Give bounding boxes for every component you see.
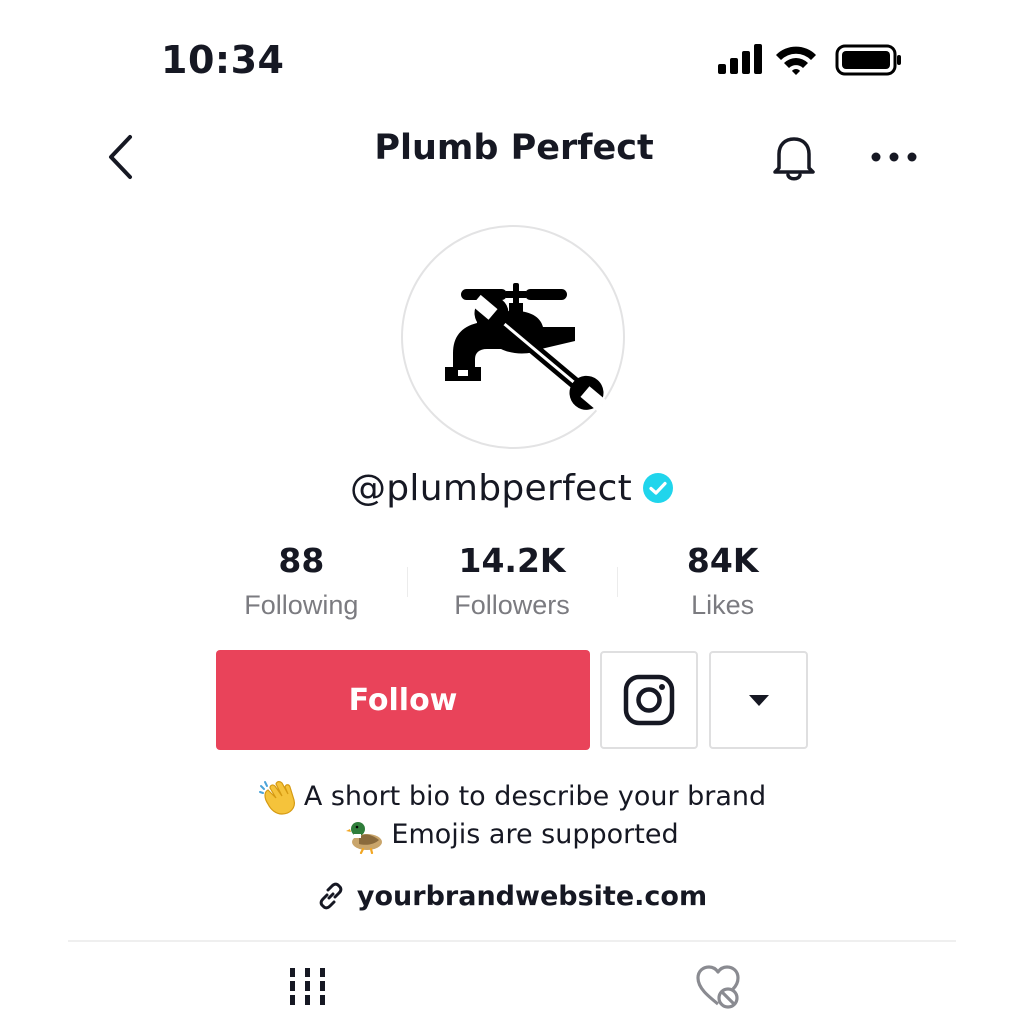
notifications-button[interactable] [768, 130, 820, 184]
website-text[interactable]: yourbrandwebsite.com [357, 881, 707, 912]
bio-line: Emojis are supported [150, 816, 874, 855]
bell-icon [773, 137, 815, 181]
bio: A short bio to describe your brand Emoji… [150, 778, 874, 855]
stat-likes: 84K Likes [617, 535, 828, 625]
username: @plumbperfect [349, 467, 633, 509]
username-row: @plumbperfect [200, 460, 824, 516]
status-time: 10:34 [161, 38, 285, 82]
waving-hand-icon [258, 778, 298, 816]
duck-icon [345, 816, 385, 855]
avatar[interactable] [401, 225, 625, 449]
page-title: Plumb Perfect [374, 128, 654, 168]
liked-hidden-icon [696, 965, 740, 1009]
faucet-wrench-logo-icon [445, 283, 607, 412]
status-icons [716, 42, 902, 78]
more-options-button[interactable] [866, 140, 922, 174]
tab-liked[interactable] [690, 960, 746, 1012]
website-link[interactable]: yourbrandwebsite.com [150, 874, 874, 918]
videos-grid-icon [290, 968, 325, 1005]
stat-value: 14.2K [458, 541, 566, 580]
stat-label: Following [244, 590, 359, 620]
signal-icon [718, 44, 762, 74]
follow-button[interactable]: Follow [216, 650, 590, 750]
tab-divider [68, 940, 956, 942]
bio-text: Emojis are supported [391, 819, 679, 850]
stat-followers[interactable]: 14.2K Followers [406, 535, 618, 625]
instagram-button[interactable] [600, 651, 698, 749]
back-button[interactable] [100, 132, 144, 182]
stat-value: 88 [278, 541, 325, 580]
wifi-icon [776, 46, 816, 75]
stat-label: Likes [691, 590, 755, 620]
tab-videos[interactable] [280, 962, 336, 1010]
battery-icon [835, 44, 901, 76]
stat-following[interactable]: 88 Following [196, 535, 407, 625]
more-horizontal-icon [871, 152, 917, 162]
stat-value: 84K [686, 541, 759, 580]
stat-label: Followers [454, 590, 570, 620]
bio-text: A short bio to describe your brand [303, 781, 767, 812]
verified-badge-icon [642, 472, 674, 504]
instagram-icon [623, 674, 675, 726]
bio-line: A short bio to describe your brand [150, 778, 874, 816]
link-icon [319, 882, 343, 910]
profile-stats: 88 Following 14.2K Followers 84K Likes [196, 535, 828, 625]
suggested-accounts-dropdown[interactable] [709, 651, 808, 749]
chevron-left-icon [109, 135, 132, 179]
caret-down-icon [748, 695, 769, 706]
